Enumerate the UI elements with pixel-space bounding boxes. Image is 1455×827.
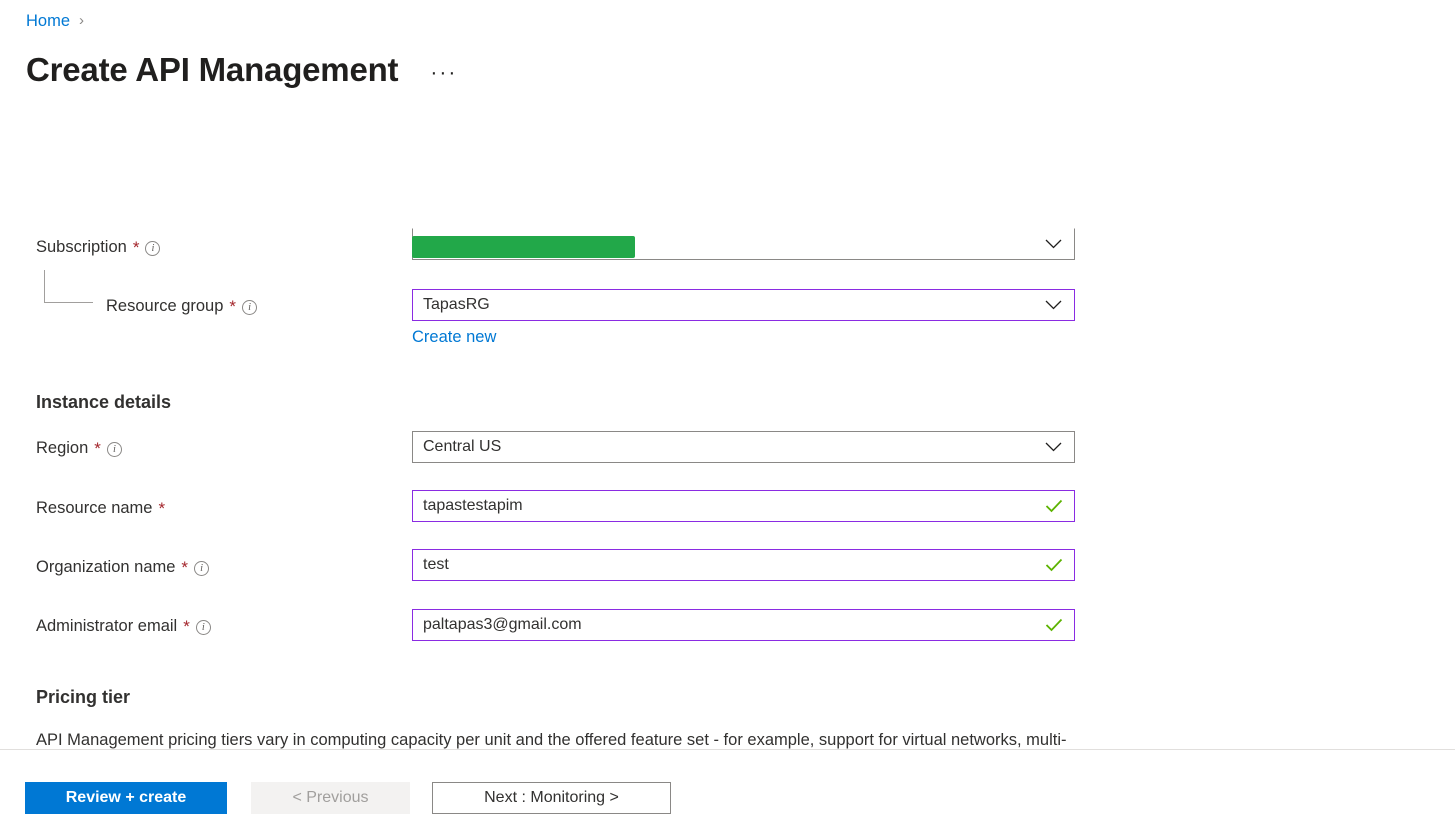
review-create-button[interactable]: Review + create xyxy=(25,782,227,814)
valid-check-icon xyxy=(1045,499,1063,513)
required-indicator: * xyxy=(94,439,101,458)
breadcrumb: Home › xyxy=(26,9,84,33)
info-icon[interactable] xyxy=(195,619,211,635)
info-icon[interactable] xyxy=(106,441,122,457)
resource-group-value: TapasRG xyxy=(423,296,490,313)
valid-check-icon xyxy=(1045,558,1063,572)
region-label: Region * xyxy=(36,437,122,459)
page-title: Create API Management xyxy=(26,51,399,88)
resource-group-dropdown[interactable]: TapasRG xyxy=(412,289,1075,321)
resource-name-value: tapastestapim xyxy=(423,497,523,514)
region-dropdown[interactable]: Central US xyxy=(412,431,1075,463)
footer-actions: Review + create < Previous Next : Monito… xyxy=(0,750,1455,827)
administrator-email-label: Administrator email * xyxy=(36,615,211,637)
form-scroll-region[interactable]: Subscription * Resource group * TapasRG xyxy=(0,110,1455,749)
pricing-tier-description: API Management pricing tiers vary in com… xyxy=(36,731,1067,749)
previous-button: < Previous xyxy=(251,782,410,814)
administrator-email-label-text: Administrator email xyxy=(36,617,178,635)
organization-name-input[interactable]: test xyxy=(412,549,1075,581)
pricing-tier-heading: Pricing tier xyxy=(36,687,131,707)
chevron-down-icon xyxy=(1045,300,1062,310)
info-icon[interactable] xyxy=(242,299,258,315)
create-api-management-page: Home › Create API Management ··· Subscri… xyxy=(0,0,1455,827)
breadcrumb-home-link[interactable]: Home xyxy=(26,9,70,33)
create-new-resource-group-link[interactable]: Create new xyxy=(412,326,496,348)
resource-group-label-text: Resource group xyxy=(106,297,224,315)
chevron-down-icon xyxy=(1045,442,1062,452)
subscription-label-text: Subscription xyxy=(36,238,127,256)
page-title-row: Create API Management ··· xyxy=(26,48,457,92)
required-indicator: * xyxy=(132,238,140,257)
info-icon[interactable] xyxy=(145,240,161,256)
subscription-dropdown[interactable] xyxy=(412,228,1075,260)
organization-name-label-text: Organization name xyxy=(36,558,176,576)
organization-name-label: Organization name * xyxy=(36,556,210,578)
region-value: Central US xyxy=(423,438,502,455)
valid-check-icon xyxy=(1045,618,1063,632)
resource-name-input[interactable]: tapastestapim xyxy=(412,490,1075,522)
next-monitoring-button[interactable]: Next : Monitoring > xyxy=(432,782,671,814)
required-indicator: * xyxy=(158,499,166,518)
resource-group-tree-connector xyxy=(44,270,93,303)
resource-group-label: Resource group * xyxy=(106,295,258,317)
resource-name-label: Resource name * xyxy=(36,497,165,519)
organization-name-value: test xyxy=(423,556,449,573)
administrator-email-value: paltapas3@gmail.com xyxy=(423,616,582,633)
more-options-icon[interactable]: ··· xyxy=(430,62,457,83)
region-label-text: Region xyxy=(36,439,89,457)
instance-details-heading: Instance details xyxy=(36,392,172,412)
administrator-email-input[interactable]: paltapas3@gmail.com xyxy=(412,609,1075,641)
required-indicator: * xyxy=(229,297,237,316)
info-icon[interactable] xyxy=(194,560,210,576)
chevron-down-icon xyxy=(1045,239,1062,249)
required-indicator: * xyxy=(181,558,189,577)
required-indicator: * xyxy=(183,617,190,636)
chevron-right-icon: › xyxy=(79,12,85,29)
resource-name-label-text: Resource name xyxy=(36,499,153,517)
subscription-label: Subscription * xyxy=(36,236,161,258)
